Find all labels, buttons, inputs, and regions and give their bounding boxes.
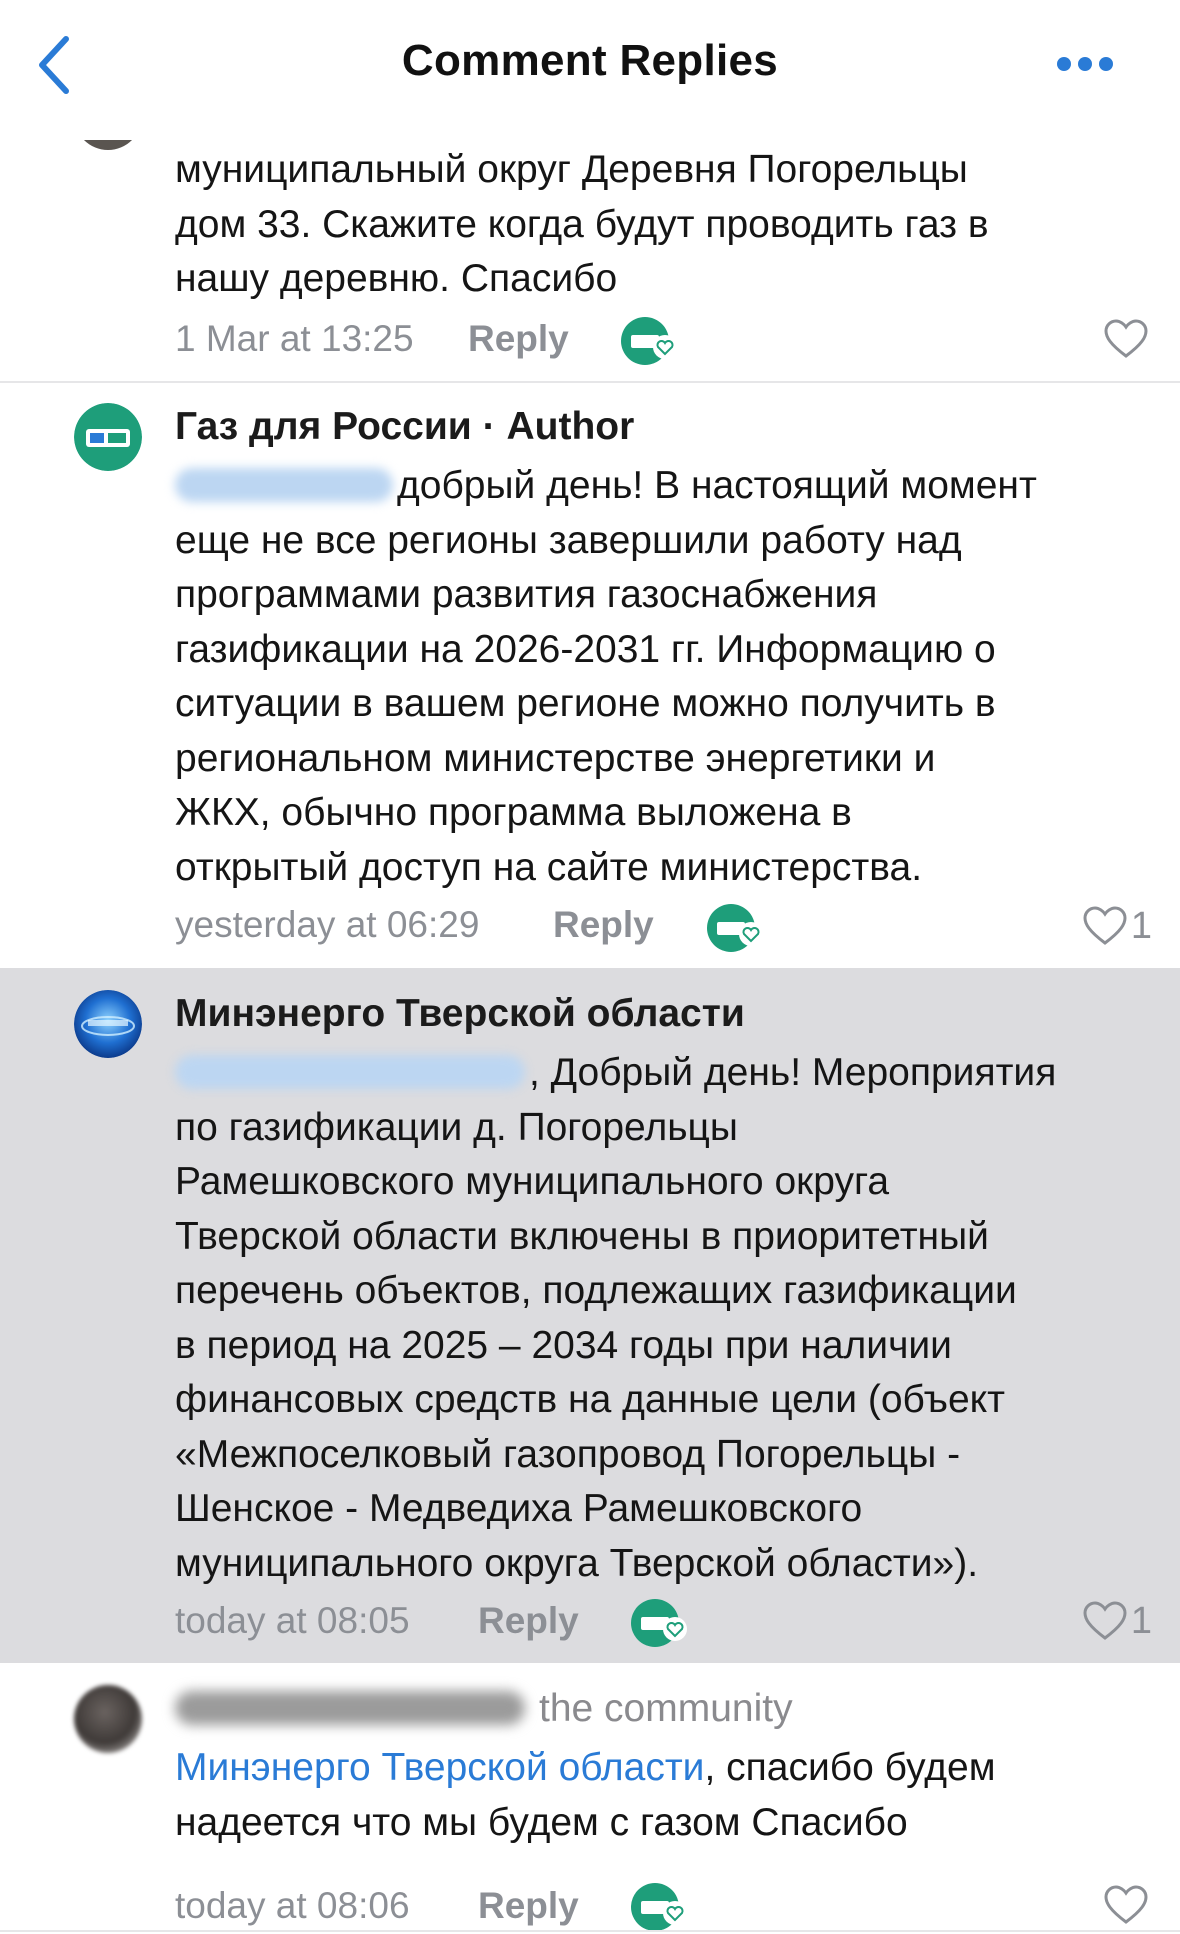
comment-timestamp: yesterday at 06:29 <box>175 904 480 945</box>
page-title: Comment Replies <box>401 36 779 85</box>
like-button[interactable]: 1 <box>1083 903 1152 949</box>
comment-text: , Добрый день! Мероприятия по газификаци… <box>175 1051 1057 1585</box>
comment-text: добрый день! В настоящий момент еще не в… <box>175 464 1037 889</box>
comment-text: Минэнерго Тверской области, спасибо буде… <box>175 1746 996 1844</box>
community-reaction-icon[interactable] <box>630 1598 696 1648</box>
reply-button[interactable]: Reply <box>478 1885 579 1927</box>
comment-item: the community Минэнерго Тверской области… <box>0 1663 1180 1934</box>
like-button[interactable] <box>1104 1882 1152 1928</box>
comment-author[interactable]: Минэнерго Тверской области <box>175 992 745 1036</box>
like-count: 1 <box>1130 904 1152 947</box>
blurred-name <box>175 1691 525 1725</box>
heart-outline-icon <box>1104 1885 1148 1924</box>
community-reaction-icon[interactable] <box>620 316 686 366</box>
like-button[interactable] <box>1104 316 1152 362</box>
heart-outline-icon <box>1083 906 1127 945</box>
mention-link[interactable]: Минэнерго Тверской области <box>175 1746 704 1789</box>
avatar[interactable] <box>74 1685 142 1753</box>
comment-author[interactable]: Газ для России · Author <box>175 405 634 449</box>
comment-timestamp: today at 08:06 <box>175 1885 410 1926</box>
community-reaction-icon[interactable] <box>706 903 772 953</box>
heart-outline-icon <box>1104 319 1148 358</box>
like-button[interactable]: 1 <box>1083 1598 1152 1644</box>
comment-item-highlighted: Минэнерго Тверской области , Добрый день… <box>0 968 1180 1663</box>
author-badge: · Author <box>482 405 635 448</box>
comment-timestamp: 1 Mar at 13:25 <box>175 318 414 359</box>
community-reaction-icon[interactable] <box>630 1882 696 1932</box>
comment-timestamp: today at 08:05 <box>175 1600 410 1641</box>
heart-outline-icon <box>1083 1601 1127 1640</box>
top-bar: Comment Replies <box>0 0 1180 140</box>
reply-button[interactable]: Reply <box>468 318 569 360</box>
reply-button[interactable]: Reply <box>478 1600 579 1642</box>
like-count: 1 <box>1130 1599 1152 1642</box>
comment-author[interactable]: the community <box>175 1687 793 1731</box>
comment-text: муниципальный округ Деревня Погорельцы д… <box>175 148 989 300</box>
more-horizontal-icon[interactable] <box>1055 52 1115 76</box>
blurred-name <box>175 468 393 502</box>
avatar[interactable] <box>74 403 142 471</box>
reply-button[interactable]: Reply <box>553 904 654 946</box>
divider <box>0 1930 1180 1932</box>
avatar[interactable] <box>74 990 142 1058</box>
comment-item: Газ для России · Author добрый день! В н… <box>0 383 1180 968</box>
blurred-name <box>175 1055 525 1089</box>
